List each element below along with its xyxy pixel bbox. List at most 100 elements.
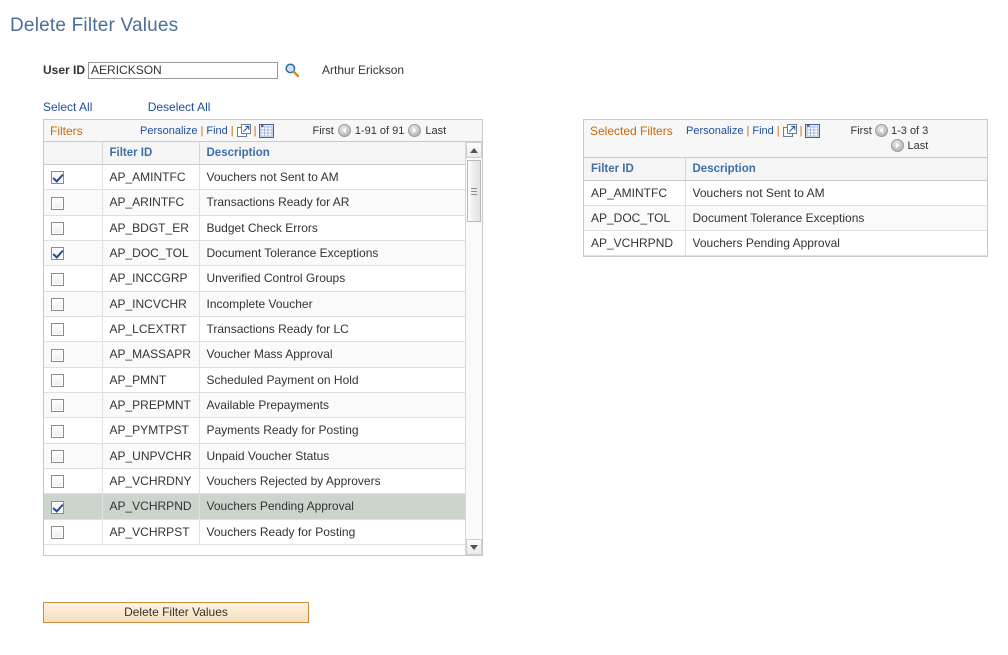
filter-select-cell: [44, 215, 102, 240]
download-grid-icon[interactable]: [805, 124, 820, 138]
select-all-link[interactable]: Select All: [43, 100, 92, 114]
filter-description-cell: Vouchers Ready for Posting: [199, 519, 465, 544]
selected-filter-id-cell: AP_AMINTFC: [584, 181, 685, 206]
filter-select-cell: [44, 392, 102, 417]
new-window-icon[interactable]: [237, 124, 251, 138]
find-link[interactable]: Find: [206, 125, 227, 137]
table-row[interactable]: AP_PREPMNTAvailable Prepayments: [44, 392, 465, 417]
personalize-link[interactable]: Personalize: [686, 125, 743, 137]
user-id-input[interactable]: [88, 62, 278, 79]
tool-separator: |: [200, 125, 203, 137]
delete-filter-values-button[interactable]: Delete Filter Values: [43, 602, 309, 623]
table-row[interactable]: AP_ARINTFCTransactions Ready for AR: [44, 190, 465, 215]
tool-separator: |: [800, 125, 803, 137]
filter-checkbox[interactable]: [51, 323, 64, 336]
table-row[interactable]: AP_LCEXTRTTransactions Ready for LC: [44, 316, 465, 341]
selected-filters-grid: Selected Filters Personalize | Find | |: [583, 119, 988, 257]
filter-id-cell: AP_ARINTFC: [102, 190, 199, 215]
table-row[interactable]: AP_VCHRPNDVouchers Pending Approval: [44, 494, 465, 519]
tool-separator: |: [231, 125, 234, 137]
selected-filters-toolbar: Selected Filters Personalize | Find | |: [584, 120, 987, 158]
filters-vertical-scrollbar[interactable]: [465, 142, 482, 555]
filter-checkbox[interactable]: [51, 222, 64, 235]
scroll-thumb[interactable]: [467, 160, 481, 222]
table-row[interactable]: AP_AMINTFCVouchers not Sent to AM: [584, 181, 987, 206]
filter-id-cell: AP_LCEXTRT: [102, 316, 199, 341]
select-links: Select All Deselect All: [43, 100, 262, 114]
filter-checkbox[interactable]: [51, 501, 64, 514]
table-row[interactable]: AP_BDGT_ERBudget Check Errors: [44, 215, 465, 240]
filter-id-cell: AP_PYMTPST: [102, 418, 199, 443]
selected-filter-id-cell: AP_VCHRPND: [584, 231, 685, 256]
table-row[interactable]: AP_INCCGRPUnverified Control Groups: [44, 266, 465, 291]
filters-range-label: 1-91 of 91: [355, 125, 405, 137]
prev-arrow-icon[interactable]: [338, 124, 351, 137]
filter-checkbox[interactable]: [51, 399, 64, 412]
selected-range-label: 1-3 of 3: [891, 125, 928, 137]
filter-checkbox[interactable]: [51, 349, 64, 362]
filters-grid-pagination: First 1-91 of 91 Last: [312, 123, 446, 137]
next-arrow-icon[interactable]: [891, 139, 904, 152]
table-row[interactable]: AP_PYMTPSTPayments Ready for Posting: [44, 418, 465, 443]
last-label[interactable]: Last: [908, 140, 929, 152]
scroll-track[interactable]: [466, 158, 482, 539]
filter-description-cell: Transactions Ready for AR: [199, 190, 465, 215]
filter-select-cell: [44, 367, 102, 392]
table-row[interactable]: AP_DOC_TOLDocument Tolerance Exceptions: [44, 240, 465, 265]
tool-separator: |: [746, 125, 749, 137]
table-row[interactable]: AP_VCHRPNDVouchers Pending Approval: [584, 231, 987, 256]
filter-checkbox[interactable]: [51, 273, 64, 286]
download-grid-icon[interactable]: [259, 124, 274, 138]
filter-checkbox[interactable]: [51, 298, 64, 311]
prev-arrow-icon[interactable]: [875, 124, 888, 137]
selected-filter-description-cell: Document Tolerance Exceptions: [685, 206, 987, 231]
tool-separator: |: [777, 125, 780, 137]
table-row[interactable]: AP_INCVCHRIncomplete Voucher: [44, 291, 465, 316]
filter-checkbox[interactable]: [51, 475, 64, 488]
table-row[interactable]: AP_UNPVCHRUnpaid Voucher Status: [44, 443, 465, 468]
filter-description-cell: Vouchers not Sent to AM: [199, 165, 465, 190]
filter-select-cell: [44, 291, 102, 316]
last-label[interactable]: Last: [425, 125, 446, 137]
table-row[interactable]: AP_PMNTScheduled Payment on Hold: [44, 367, 465, 392]
filter-description-cell: Payments Ready for Posting: [199, 418, 465, 443]
filter-checkbox[interactable]: [51, 425, 64, 438]
filters-col-filter-id: Filter ID: [102, 142, 199, 165]
selected-col-filter-id: Filter ID: [584, 158, 685, 181]
filter-checkbox[interactable]: [51, 171, 64, 184]
filter-select-cell: [44, 316, 102, 341]
filter-description-cell: Scheduled Payment on Hold: [199, 367, 465, 392]
personalize-link[interactable]: Personalize: [140, 125, 197, 137]
filter-id-cell: AP_INCCGRP: [102, 266, 199, 291]
table-row[interactable]: AP_VCHRDNYVouchers Rejected by Approvers: [44, 468, 465, 493]
table-row[interactable]: AP_DOC_TOLDocument Tolerance Exceptions: [584, 206, 987, 231]
filter-id-cell: AP_AMINTFC: [102, 165, 199, 190]
filter-description-cell: Budget Check Errors: [199, 215, 465, 240]
selected-filters-tools: Personalize | Find | |: [686, 123, 820, 138]
table-row[interactable]: AP_MASSAPRVoucher Mass Approval: [44, 342, 465, 367]
magnifier-icon[interactable]: [284, 62, 300, 78]
filter-checkbox[interactable]: [51, 450, 64, 463]
deselect-all-link[interactable]: Deselect All: [148, 100, 211, 114]
table-row[interactable]: AP_AMINTFCVouchers not Sent to AM: [44, 165, 465, 190]
filter-select-cell: [44, 468, 102, 493]
next-arrow-icon[interactable]: [408, 124, 421, 137]
filter-checkbox[interactable]: [51, 374, 64, 387]
new-window-icon[interactable]: [783, 124, 797, 138]
filters-header-row: Filter ID Description: [44, 142, 465, 165]
selected-filters-caption: Selected Filters: [590, 123, 686, 138]
filter-id-cell: AP_DOC_TOL: [102, 240, 199, 265]
filter-checkbox[interactable]: [51, 247, 64, 260]
scroll-down-button[interactable]: [466, 539, 482, 555]
find-link[interactable]: Find: [752, 125, 773, 137]
filter-select-cell: [44, 190, 102, 215]
filter-description-cell: Incomplete Voucher: [199, 291, 465, 316]
filter-checkbox[interactable]: [51, 197, 64, 210]
selected-filter-description-cell: Vouchers not Sent to AM: [685, 181, 987, 206]
filter-checkbox[interactable]: [51, 526, 64, 539]
first-label[interactable]: First: [312, 125, 333, 137]
first-label[interactable]: First: [850, 125, 871, 137]
table-row[interactable]: AP_VCHRPSTVouchers Ready for Posting: [44, 519, 465, 544]
tool-separator: |: [254, 125, 257, 137]
scroll-up-button[interactable]: [466, 142, 482, 158]
